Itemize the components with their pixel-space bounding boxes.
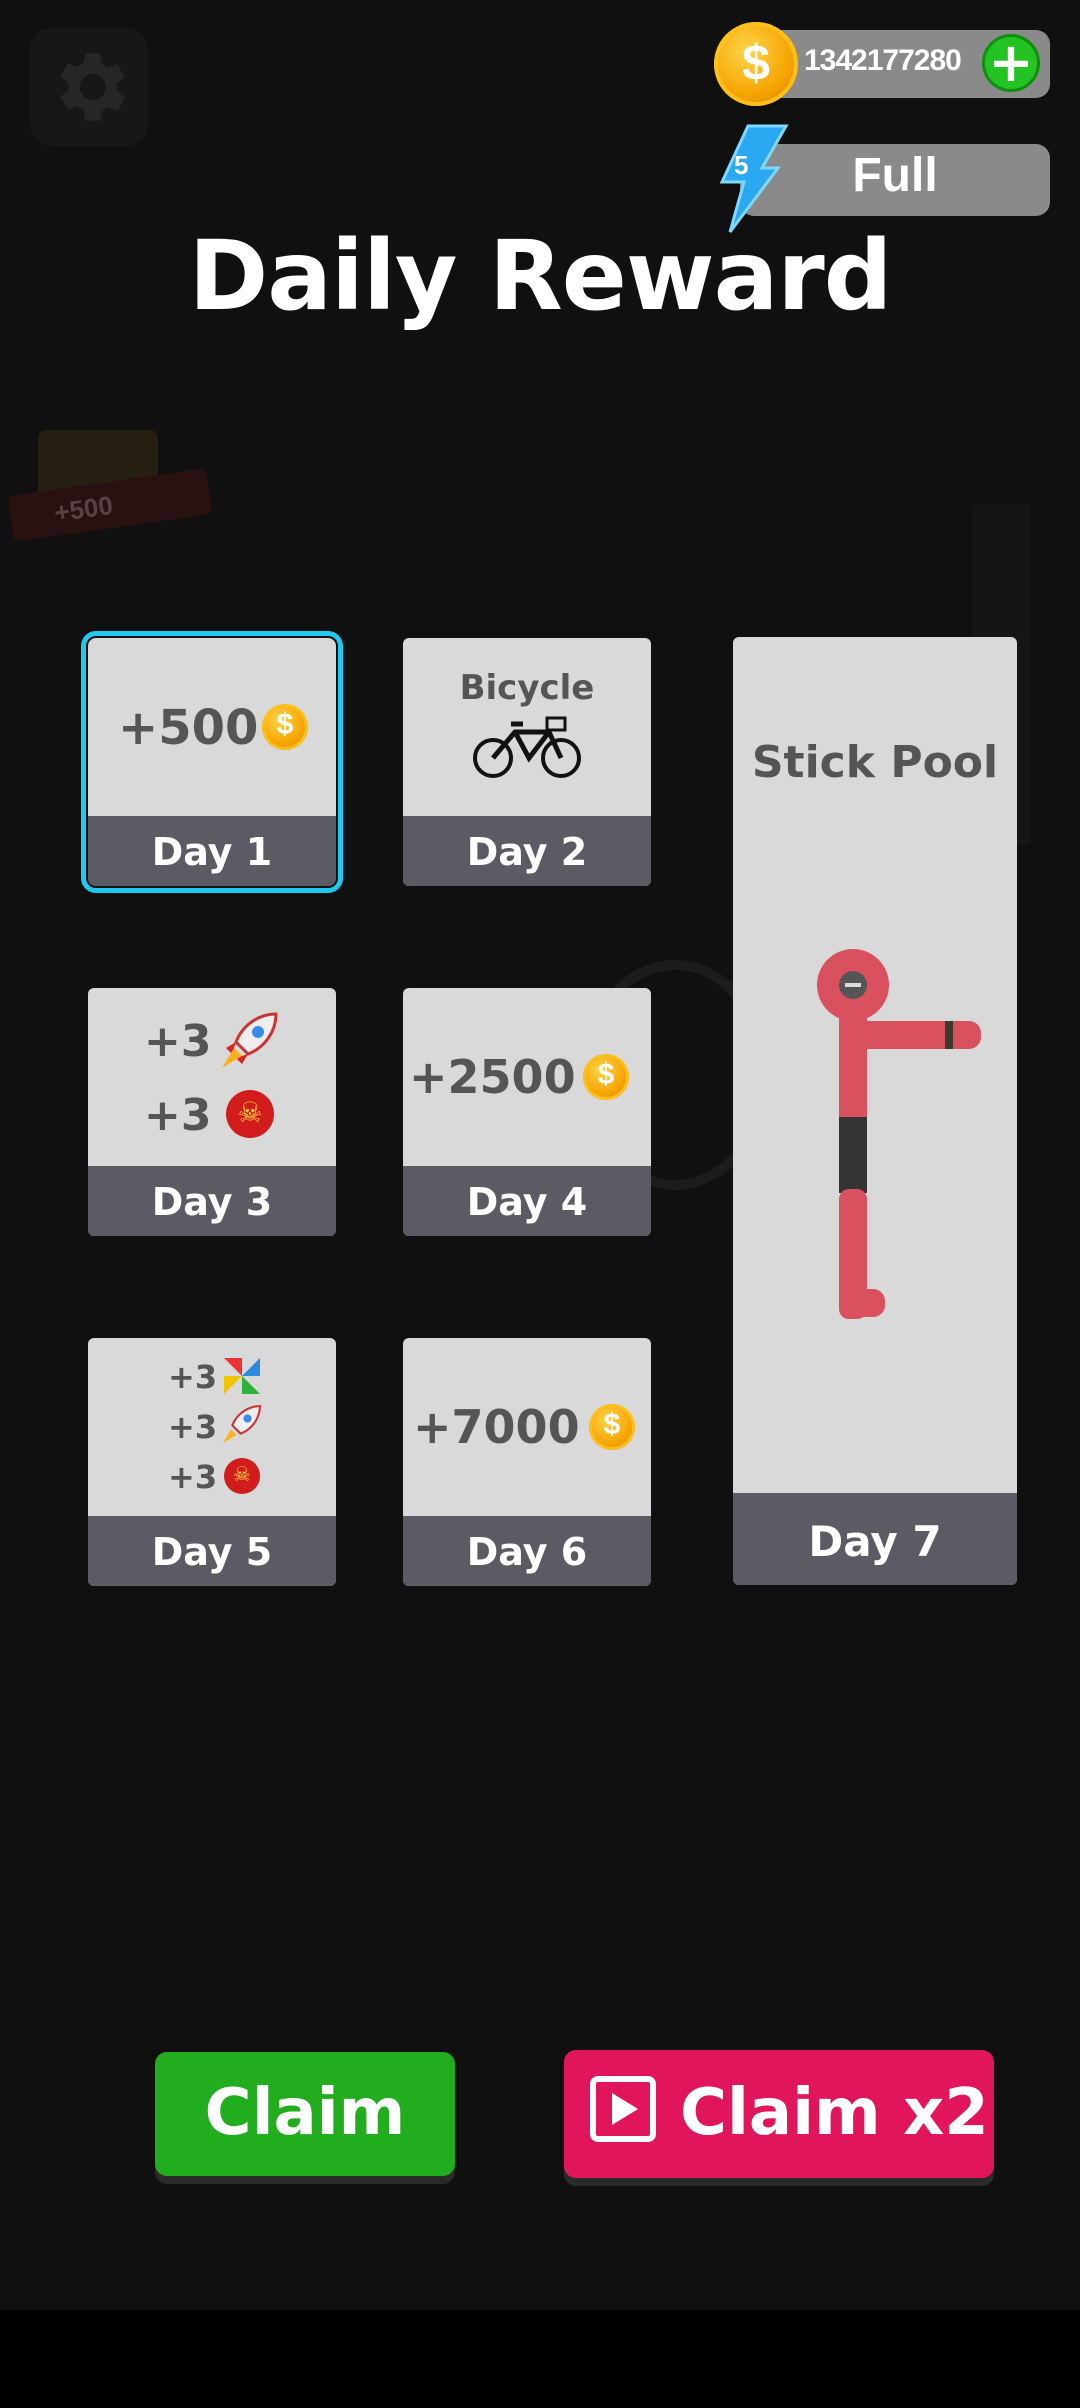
day-3-card[interactable]: +3 +3 ☠ Day 3	[88, 988, 336, 1236]
day-5-bomb-amount: +3	[168, 1458, 218, 1496]
day-1-amount: +500	[118, 700, 259, 756]
day-3-rocket-amount: +3	[144, 1016, 212, 1067]
day-1-card[interactable]: +500 $ Day 1	[81, 631, 343, 893]
coin-icon: $	[714, 22, 798, 106]
settings-button[interactable]	[30, 28, 148, 146]
rocket-icon	[222, 1405, 261, 1444]
page-title: Daily Reward	[188, 220, 893, 332]
bomb-icon: ☠	[224, 1458, 260, 1494]
day-7-label: Day 7	[808, 1517, 942, 1566]
background-chest-banner: +500	[7, 430, 213, 550]
day-2-reward: Bicycle	[459, 668, 595, 708]
banner-text: +500	[52, 489, 115, 528]
coin-icon: $	[262, 704, 308, 750]
day-7-card[interactable]: Stick Pool Day 7	[733, 637, 1017, 1585]
day-2-label: Day 2	[466, 830, 588, 874]
coin-icon: $	[583, 1054, 629, 1100]
day-3-label: Day 3	[151, 1180, 273, 1224]
add-coins-button[interactable]: +	[982, 31, 1040, 94]
stickman-skin-icon	[817, 949, 981, 1319]
day-5-label: Day 5	[151, 1530, 273, 1574]
video-ad-icon	[590, 2076, 656, 2142]
day-5-rocket-amount: +3	[168, 1408, 218, 1446]
energy-status: Full	[852, 149, 938, 202]
coin-count: 1342177280	[804, 44, 962, 77]
gear-icon	[60, 53, 125, 121]
bicycle-icon	[473, 716, 581, 778]
day-3-bomb-amount: +3	[144, 1090, 212, 1141]
day-7-reward: Stick Pool	[751, 737, 999, 788]
bomb-icon: ☠	[226, 1090, 274, 1138]
day-6-card[interactable]: +7000 $ Day 6	[403, 1338, 651, 1586]
plus-icon: +	[988, 31, 1034, 94]
day-6-label: Day 6	[466, 1530, 588, 1574]
day-4-amount: +2500	[409, 1050, 576, 1104]
claim-button[interactable]: Claim	[155, 2052, 455, 2176]
day-6-amount: +7000	[413, 1400, 580, 1454]
rocket-icon	[222, 1012, 278, 1068]
day-4-card[interactable]: +2500 $ Day 4	[403, 988, 651, 1236]
day-5-pinwheel-amount: +3	[168, 1358, 218, 1396]
lightning-icon	[719, 124, 789, 233]
day-2-card[interactable]: Bicycle Day 2	[403, 638, 651, 886]
energy-count: 5	[734, 150, 749, 180]
pinwheel-icon	[224, 1358, 260, 1394]
claim-x2-button[interactable]: Claim x2	[564, 2050, 994, 2178]
system-navigation-bar	[0, 2310, 1080, 2408]
claim-x2-label: Claim x2	[680, 2076, 989, 2150]
day-5-card[interactable]: +3 +3 +3 ☠ Day 5	[88, 1338, 336, 1586]
day-4-label: Day 4	[466, 1180, 588, 1224]
claim-label: Claim	[204, 2076, 406, 2150]
coin-icon: $	[589, 1404, 635, 1450]
day-1-label: Day 1	[151, 830, 273, 874]
